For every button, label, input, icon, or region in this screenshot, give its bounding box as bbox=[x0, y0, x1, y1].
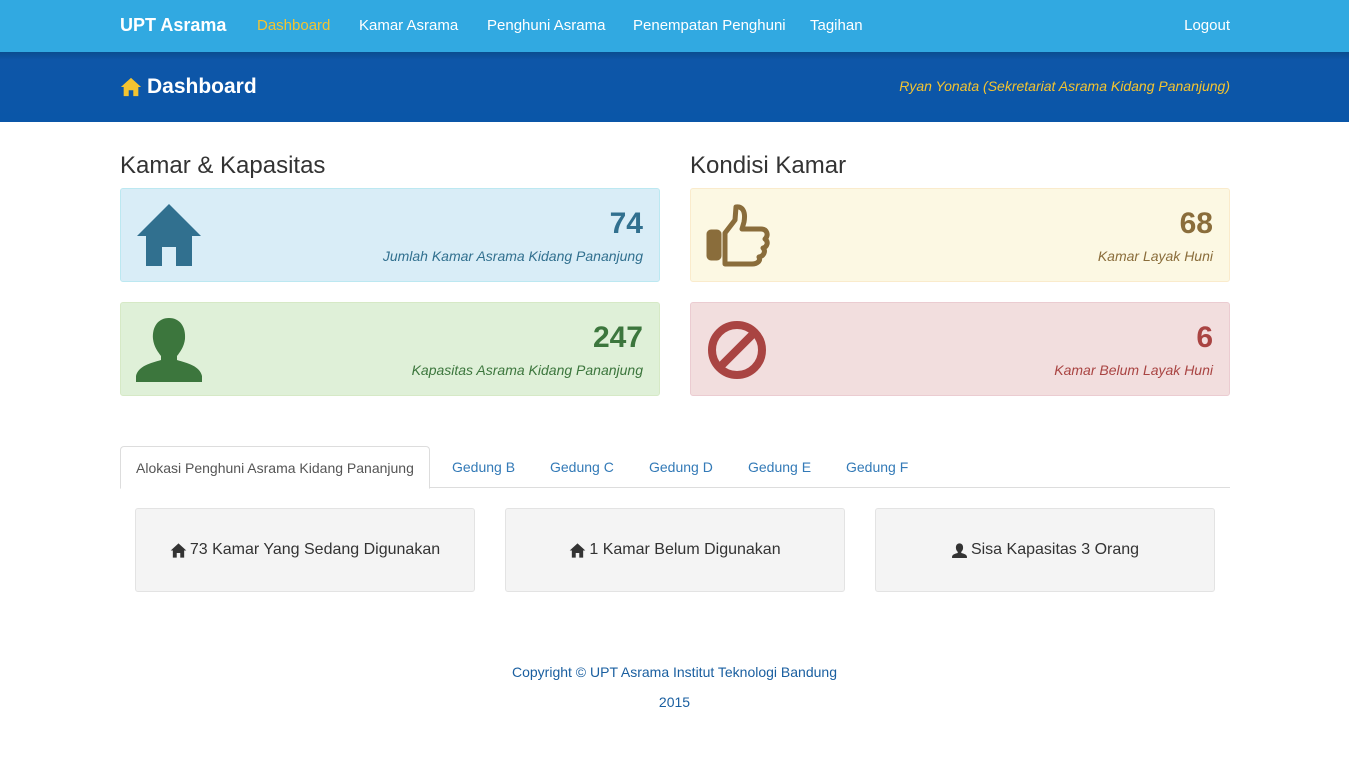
stat-value: 247 bbox=[592, 321, 643, 354]
tab-gedung-b[interactable]: Gedung B bbox=[452, 446, 515, 488]
home-icon bbox=[137, 204, 201, 266]
building-tabs: Alokasi Penghuni Asrama Kidang Pananjung… bbox=[120, 446, 1230, 489]
stat-caption: Kapasitas Asrama Kidang Pananjung bbox=[411, 362, 643, 378]
user-icon bbox=[952, 542, 967, 558]
alloc-text: Sisa Kapasitas 3 Orang bbox=[970, 541, 1140, 558]
thumbs-up-icon bbox=[706, 204, 770, 267]
home-icon bbox=[120, 77, 142, 97]
nav-tagihan[interactable]: Tagihan bbox=[810, 17, 863, 34]
alloc-text: 73 Kamar Yang Sedang Digunakan bbox=[189, 541, 441, 558]
stat-caption: Kamar Layak Huni bbox=[1097, 248, 1213, 264]
home-icon bbox=[170, 542, 187, 558]
top-navbar: UPT Asrama Dashboard Kamar Asrama Penghu… bbox=[0, 0, 1349, 52]
nav-penghuni-asrama[interactable]: Penghuni Asrama bbox=[487, 17, 605, 34]
tab-gedung-e[interactable]: Gedung E bbox=[748, 446, 811, 488]
stat-kapasitas: 247 Kapasitas Asrama Kidang Pananjung bbox=[120, 302, 660, 396]
nav-dashboard[interactable]: Dashboard bbox=[257, 17, 330, 34]
logout-link[interactable]: Logout bbox=[1184, 17, 1230, 34]
stat-jumlah-kamar: 74 Jumlah Kamar Asrama Kidang Pananjung bbox=[120, 188, 660, 282]
page-title: Dashboard bbox=[147, 75, 257, 98]
navbar-inner: UPT Asrama Dashboard Kamar Asrama Penghu… bbox=[120, 0, 1230, 52]
nav-penempatan-penghuni[interactable]: Penempatan Penghuni bbox=[633, 17, 786, 34]
current-user: Ryan Yonata (Sekretariat Asrama Kidang P… bbox=[899, 78, 1230, 94]
ban-icon bbox=[708, 321, 766, 379]
tab-alokasi-penghuni[interactable]: Alokasi Penghuni Asrama Kidang Pananjung bbox=[120, 446, 430, 489]
page-header: Dashboard Ryan Yonata (Sekretariat Asram… bbox=[0, 52, 1349, 122]
home-icon bbox=[570, 542, 586, 558]
tab-gedung-c[interactable]: Gedung C bbox=[550, 446, 614, 488]
stat-value: 6 bbox=[1196, 321, 1213, 354]
nav-kamar-asrama[interactable]: Kamar Asrama bbox=[359, 17, 458, 34]
brand-logo[interactable]: UPT Asrama bbox=[120, 15, 226, 36]
stat-caption: Kamar Belum Layak Huni bbox=[1054, 362, 1213, 378]
footer-year: 2015 bbox=[658, 694, 691, 710]
page-title-wrap: Dashboard bbox=[120, 74, 257, 100]
stat-value: 68 bbox=[1179, 207, 1213, 240]
tab-gedung-d[interactable]: Gedung D bbox=[649, 446, 713, 488]
alloc-sisa-kapasitas: Sisa Kapasitas 3 Orang bbox=[875, 508, 1215, 592]
stat-caption: Jumlah Kamar Asrama Kidang Pananjung bbox=[382, 248, 643, 264]
alloc-text: 1 Kamar Belum Digunakan bbox=[589, 541, 781, 558]
tab-gedung-f[interactable]: Gedung F bbox=[846, 446, 908, 488]
section-title-kapasitas: Kamar & Kapasitas bbox=[120, 152, 326, 179]
stat-belum-layak-huni: 6 Kamar Belum Layak Huni bbox=[690, 302, 1230, 396]
alloc-kamar-digunakan: 73 Kamar Yang Sedang Digunakan bbox=[135, 508, 475, 592]
footer-copyright: Copyright © UPT Asrama Institut Teknolog… bbox=[512, 664, 837, 680]
section-title-kondisi: Kondisi Kamar bbox=[690, 152, 847, 179]
stat-value: 74 bbox=[609, 207, 643, 240]
user-icon bbox=[136, 318, 202, 382]
alloc-kamar-belum-digunakan: 1 Kamar Belum Digunakan bbox=[505, 508, 845, 592]
stat-layak-huni: 68 Kamar Layak Huni bbox=[690, 188, 1230, 282]
